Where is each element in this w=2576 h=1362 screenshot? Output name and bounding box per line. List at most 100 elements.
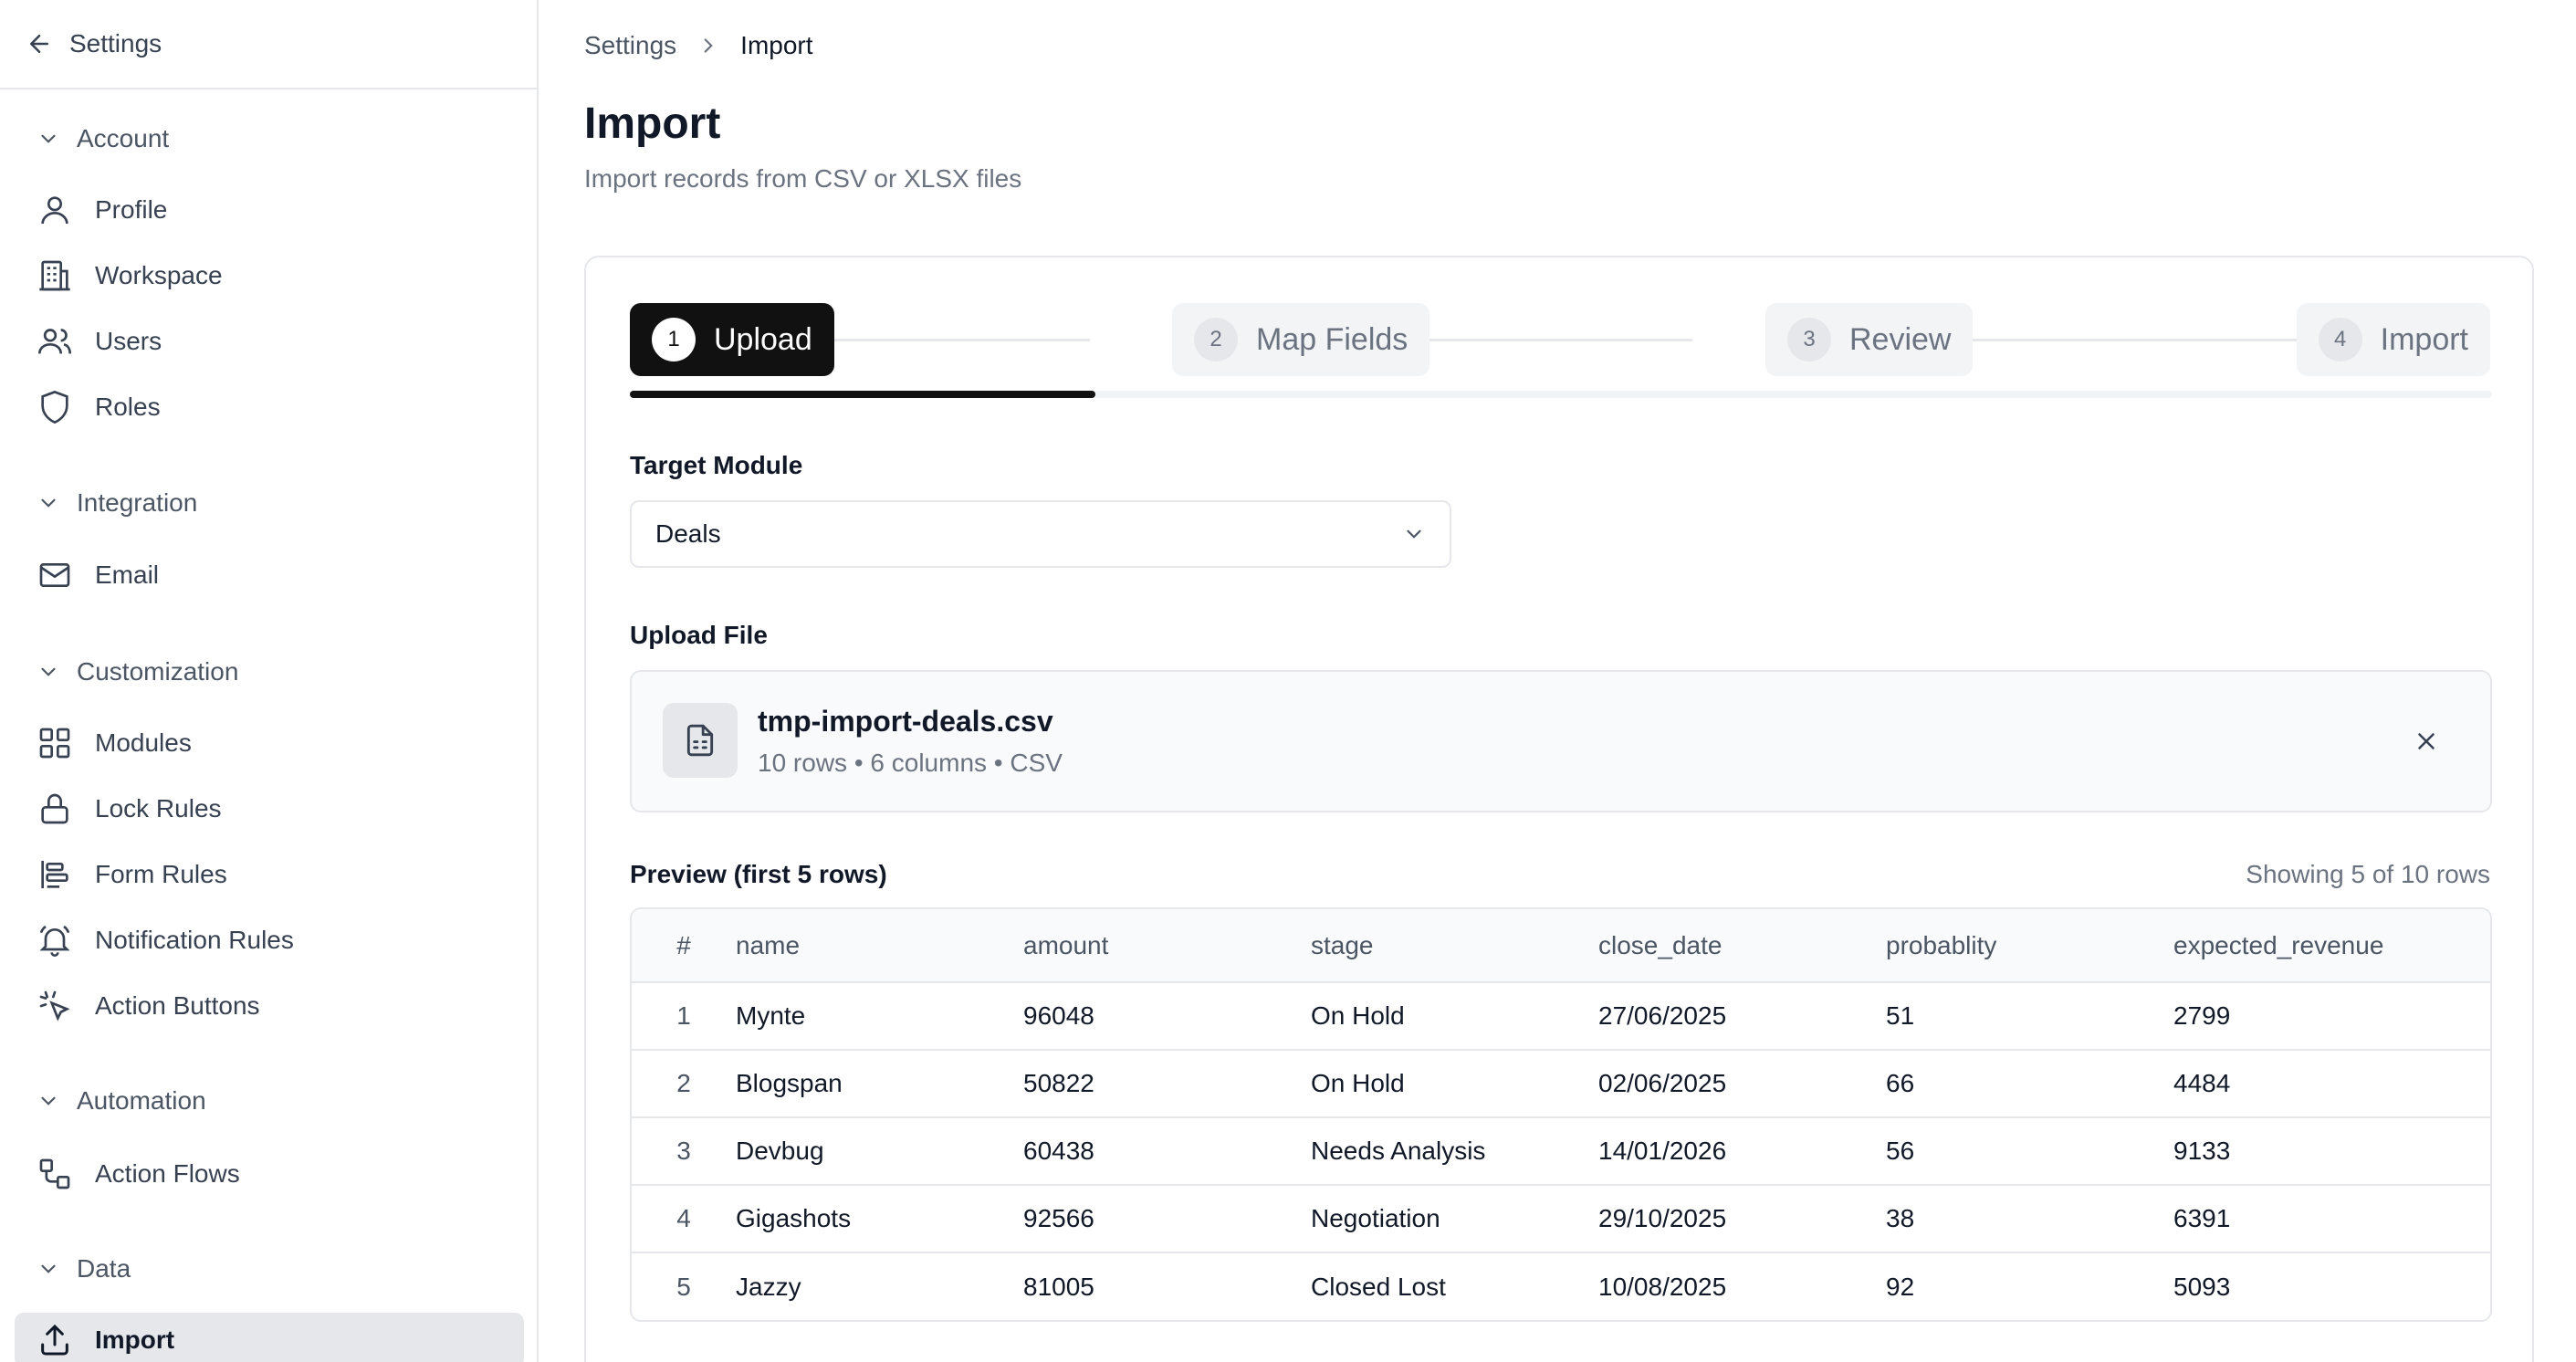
file-name: tmp-import-deals.csv xyxy=(758,705,1053,738)
table-cell: 1 xyxy=(632,982,736,1051)
table-cell: On Hold xyxy=(1311,982,1598,1051)
sidebar-item-label: Form Rules xyxy=(95,860,227,888)
table-cell: 10/08/2025 xyxy=(1598,1272,1727,1301)
column-header: amount xyxy=(1023,909,1311,983)
sidebar-item-import[interactable]: Import xyxy=(15,1313,524,1362)
close-icon xyxy=(2418,733,2435,749)
table-cell: 9133 xyxy=(2173,1117,2490,1186)
table-cell: Needs Analysis xyxy=(1311,1117,1598,1186)
chevron-down-icon xyxy=(41,1096,56,1105)
group-customization[interactable]: Customization xyxy=(37,657,238,686)
step-label: Upload xyxy=(714,321,812,357)
page-subtitle: Import records from CSV or XLSX files xyxy=(584,164,1022,193)
table-row: 5 Jazzy 81005 Closed Lost 10/08/2025 92 … xyxy=(632,1252,2490,1320)
table-cell: 60438 xyxy=(1023,1117,1311,1186)
sidebar-item-label: Action Flows xyxy=(95,1159,240,1188)
main-content: Settings Import Import Import records fr… xyxy=(584,0,2538,1362)
user-icon xyxy=(41,196,68,225)
table-row: 4 Gigashots 92566 Negotiation 29/10/2025… xyxy=(632,1185,2490,1253)
upload-icon xyxy=(41,1324,68,1356)
step-label: Import xyxy=(2380,321,2468,357)
step-import[interactable]: 4 Import xyxy=(2296,303,2490,376)
shield-icon xyxy=(41,390,68,424)
sidebar-item-roles[interactable]: Roles xyxy=(15,380,524,435)
group-integration[interactable]: Integration xyxy=(37,488,197,518)
table-cell: 4484 xyxy=(2173,1050,2490,1118)
step-number: 2 xyxy=(1194,318,1238,361)
table-cell: Blogspan xyxy=(736,1050,1023,1118)
table-cell: Mynte xyxy=(736,982,1023,1051)
sidebar-item-action-buttons[interactable]: Action Buttons xyxy=(15,979,524,1033)
sidebar-item-action-flows[interactable]: Action Flows xyxy=(15,1147,524,1201)
chevron-down-icon xyxy=(41,134,56,143)
target-module-value: Deals xyxy=(655,519,721,548)
table-row: 3 Devbug 60438 Needs Analysis 14/01/2026… xyxy=(632,1117,2490,1186)
table-cell: Jazzy xyxy=(736,1272,801,1301)
breadcrumb: Settings Import xyxy=(584,31,813,60)
group-label: Automation xyxy=(77,1086,206,1115)
step-label: Review xyxy=(1849,321,1952,357)
table-cell: 29/10/2025 xyxy=(1598,1185,1886,1253)
step-progress-fill xyxy=(630,391,1095,398)
sidebar-item-profile[interactable]: Profile xyxy=(15,183,524,237)
settings-sidebar: Settings Account Profile Workspace Users… xyxy=(0,0,539,1362)
group-label: Account xyxy=(77,124,170,152)
grid-icon xyxy=(39,728,70,759)
table-cell: 96048 xyxy=(1023,982,1311,1051)
step-number: 1 xyxy=(652,318,696,361)
step-map-fields[interactable]: 2 Map Fields xyxy=(1172,303,1430,376)
table-row: 2 Blogspan 50822 On Hold 02/06/2025 66 4… xyxy=(632,1050,2490,1118)
sidebar-item-form-rules[interactable]: Form Rules xyxy=(15,847,524,902)
pointer-click-icon xyxy=(39,990,70,1022)
table-cell: 2 xyxy=(632,1050,736,1118)
chevron-right-icon xyxy=(704,38,713,53)
group-label: Customization xyxy=(77,657,239,686)
table-cell: 66 xyxy=(1886,1050,2173,1118)
sidebar-item-users[interactable]: Users xyxy=(15,314,524,369)
step-review[interactable]: 3 Review xyxy=(1765,303,1974,376)
sidebar-item-email[interactable]: Email xyxy=(15,548,524,602)
chevron-down-icon xyxy=(41,1264,56,1273)
column-header: close_date xyxy=(1598,909,1886,983)
sidebar-item-notification-rules[interactable]: Notification Rules xyxy=(15,913,524,968)
group-data[interactable]: Data xyxy=(37,1254,131,1283)
sidebar-item-label: Action Buttons xyxy=(95,991,260,1020)
table-cell: 4 xyxy=(632,1185,736,1253)
group-label: Integration xyxy=(77,488,198,517)
remove-file-button[interactable] xyxy=(2408,723,2445,760)
target-module-select[interactable]: Deals xyxy=(630,500,1451,568)
chevron-down-icon xyxy=(1407,529,1421,539)
breadcrumb-current: Import xyxy=(740,31,813,59)
group-automation[interactable]: Automation xyxy=(37,1086,206,1116)
chevron-down-icon xyxy=(41,667,56,676)
page-title: Import xyxy=(584,100,721,148)
table-cell: 92566 xyxy=(1023,1185,1311,1253)
users-icon xyxy=(38,329,71,354)
step-upload[interactable]: 1 Upload xyxy=(630,303,834,376)
mail-icon xyxy=(39,563,70,587)
step-progress-bar xyxy=(630,391,2492,398)
group-account[interactable]: Account xyxy=(37,124,169,153)
sidebar-item-lock-rules[interactable]: Lock Rules xyxy=(15,781,524,836)
table-cell: 14/01/2026 xyxy=(1598,1117,1886,1186)
upload-file-label: Upload File xyxy=(630,621,768,649)
sidebar-item-workspace[interactable]: Workspace xyxy=(15,248,524,303)
lock-icon xyxy=(41,793,68,824)
table-cell: 81005 xyxy=(1023,1272,1094,1301)
column-header: # xyxy=(632,909,736,983)
breadcrumb-settings-link[interactable]: Settings xyxy=(584,31,676,60)
uploaded-file-card: tmp-import-deals.csv 10 rows • 6 columns… xyxy=(630,670,2492,812)
table-cell: On Hold xyxy=(1311,1050,1598,1118)
table-cell: 38 xyxy=(1886,1185,2173,1253)
column-header: stage xyxy=(1311,909,1598,983)
table-cell: 5 xyxy=(676,1272,691,1301)
file-meta: 10 rows • 6 columns • CSV xyxy=(758,749,1063,777)
column-header: expected_revenue xyxy=(2173,909,2490,983)
arrow-left-icon xyxy=(30,35,48,53)
file-text-icon xyxy=(686,724,714,757)
sidebar-item-label: Import xyxy=(95,1325,175,1354)
back-to-settings-button[interactable]: Settings xyxy=(0,0,537,89)
column-header: name xyxy=(736,909,1023,983)
sidebar-item-modules[interactable]: Modules xyxy=(15,716,524,770)
table-cell: Negotiation xyxy=(1311,1185,1598,1253)
